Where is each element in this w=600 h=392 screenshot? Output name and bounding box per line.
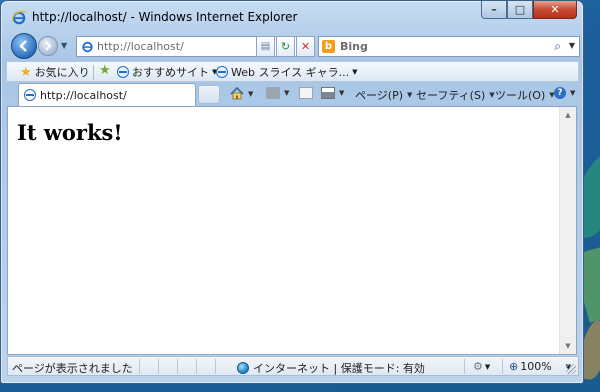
- maximize-button[interactable]: □: [507, 1, 533, 19]
- suggested-sites-label: おすすめサイト: [132, 66, 209, 79]
- vertical-scrollbar[interactable]: ▲ ▼: [559, 107, 576, 354]
- caption-buttons: – □ ✕: [481, 1, 577, 19]
- chevron-down-icon: ▼: [284, 89, 290, 97]
- search-options-dropdown-icon[interactable]: ▼: [569, 41, 575, 50]
- compatibility-view-button[interactable]: ▤: [256, 36, 275, 57]
- suggested-sites-button[interactable]: おすすめサイト ▼: [117, 64, 217, 80]
- safety-menu[interactable]: セーフティ(S) ▼: [416, 87, 495, 103]
- back-button[interactable]: [11, 33, 37, 59]
- ie-page-icon: [117, 66, 129, 78]
- status-divider: [215, 359, 216, 374]
- refresh-button[interactable]: ↻: [276, 36, 295, 57]
- chevron-down-icon: ▼: [407, 91, 413, 99]
- status-divider: [139, 359, 140, 374]
- page-heading: It works!: [17, 120, 123, 145]
- minimize-button[interactable]: –: [481, 1, 507, 19]
- protected-mode-settings[interactable]: ⚙ ▼: [473, 360, 490, 373]
- help-button[interactable]: ? ▼: [554, 87, 575, 99]
- chevron-down-icon: ▼: [489, 91, 495, 99]
- globe-icon: [237, 362, 249, 374]
- search-input[interactable]: Bing: [340, 40, 368, 53]
- page-menu[interactable]: ページ(P) ▼: [355, 87, 412, 103]
- forward-arrow-icon: [45, 41, 52, 51]
- favorites-bar-divider: [93, 65, 94, 80]
- stop-button[interactable]: ✕: [296, 36, 315, 57]
- print-icon: [321, 87, 335, 99]
- chevron-down-icon: ▼: [352, 68, 358, 76]
- recent-pages-dropdown[interactable]: ▼: [61, 41, 67, 50]
- page-viewport[interactable]: It works! ▲ ▼: [7, 106, 577, 355]
- title-bar[interactable]: http://localhost/ - Windows Internet Exp…: [1, 1, 583, 31]
- scroll-down-icon[interactable]: ▼: [560, 338, 576, 354]
- minimize-icon: –: [491, 3, 497, 16]
- help-icon: ?: [554, 87, 566, 99]
- navigation-bar: ▼ http://localhost/ ▼ ▤ ↻ ✕ b Bing ⌕ ▼: [1, 33, 583, 59]
- refresh-icon: ↻: [280, 40, 291, 53]
- security-zone[interactable]: インターネット | 保護モード: 有効: [237, 360, 425, 376]
- back-arrow-icon: [19, 40, 27, 52]
- ie-page-icon: [216, 66, 228, 78]
- search-box[interactable]: b Bing ⌕ ▼: [318, 36, 580, 57]
- mail-icon: [299, 87, 313, 99]
- safety-menu-label: セーフティ(S): [416, 89, 486, 102]
- rss-feed-icon: [266, 87, 280, 99]
- zone-text: インターネット | 保護モード: 有効: [253, 362, 425, 375]
- new-tab-button[interactable]: [198, 85, 220, 104]
- add-to-favorites-bar-button[interactable]: ★: [99, 64, 111, 77]
- search-icon[interactable]: ⌕: [554, 39, 561, 54]
- favorites-label: お気に入り: [34, 66, 90, 79]
- scroll-up-icon[interactable]: ▲: [560, 107, 576, 123]
- tools-menu-label: ツール(O): [495, 89, 546, 102]
- page-menu-label: ページ(P): [355, 89, 403, 102]
- address-input[interactable]: http://localhost/: [97, 40, 184, 53]
- status-divider: [502, 359, 503, 374]
- add-favorite-star-icon: ★: [99, 63, 111, 78]
- stop-icon: ✕: [300, 40, 311, 53]
- status-divider: [158, 359, 159, 374]
- bing-logo-icon: b: [322, 40, 335, 53]
- forward-button[interactable]: [38, 36, 58, 56]
- window-title: http://localhost/ - Windows Internet Exp…: [32, 10, 298, 24]
- home-button[interactable]: ▼: [230, 87, 253, 100]
- favorites-bar: ★ お気に入り ★ おすすめサイト ▼ Web スライス ギャラ... ▼: [6, 61, 579, 82]
- zoom-magnifier-icon: ⊕: [509, 360, 519, 373]
- ie-page-icon: [24, 89, 36, 101]
- settings-icon: ⚙: [473, 360, 483, 373]
- feeds-button[interactable]: ▼: [266, 87, 289, 99]
- maximize-icon: □: [514, 3, 526, 16]
- read-mail-button[interactable]: [299, 87, 313, 99]
- browser-window: http://localhost/ - Windows Internet Exp…: [0, 0, 584, 384]
- status-divider: [464, 359, 465, 374]
- home-icon: [230, 87, 244, 100]
- compatibility-view-icon: ▤: [260, 41, 271, 52]
- print-button[interactable]: ▼: [321, 87, 344, 99]
- status-divider: [196, 359, 197, 374]
- chevron-down-icon: ▼: [339, 89, 345, 97]
- zoom-level: 100%: [520, 360, 552, 373]
- status-text: ページが表示されました: [12, 362, 133, 375]
- zoom-control[interactable]: ⊕ 100% ▼: [509, 360, 571, 373]
- chevron-down-icon: ▼: [248, 89, 254, 98]
- status-bar: ページが表示されました インターネット | 保護モード: 有効 ⚙ ▼ ⊕ 10…: [7, 356, 579, 376]
- web-slice-gallery-button[interactable]: Web スライス ギャラ... ▼: [216, 64, 358, 80]
- ie-logo-icon: [12, 10, 27, 25]
- page-icon: [82, 41, 93, 53]
- close-icon: ✕: [550, 3, 560, 16]
- close-button[interactable]: ✕: [533, 1, 577, 19]
- tab-label: http://localhost/: [40, 89, 127, 102]
- status-divider: [177, 359, 178, 374]
- resize-grip[interactable]: [566, 364, 576, 374]
- favorites-star-icon: ★: [20, 64, 32, 80]
- web-slice-label: Web スライス ギャラ...: [231, 66, 350, 79]
- tab-and-command-bar: http://localhost/ ▼ ▼ ▼ ページ(P) ▼ セーフティ(S…: [6, 83, 579, 106]
- chevron-down-icon: ▼: [484, 362, 491, 371]
- chevron-down-icon: ▼: [570, 89, 576, 97]
- tab-localhost[interactable]: http://localhost/: [18, 83, 196, 106]
- favorites-button[interactable]: ★ お気に入り: [20, 64, 90, 80]
- tools-menu[interactable]: ツール(O) ▼: [495, 87, 555, 103]
